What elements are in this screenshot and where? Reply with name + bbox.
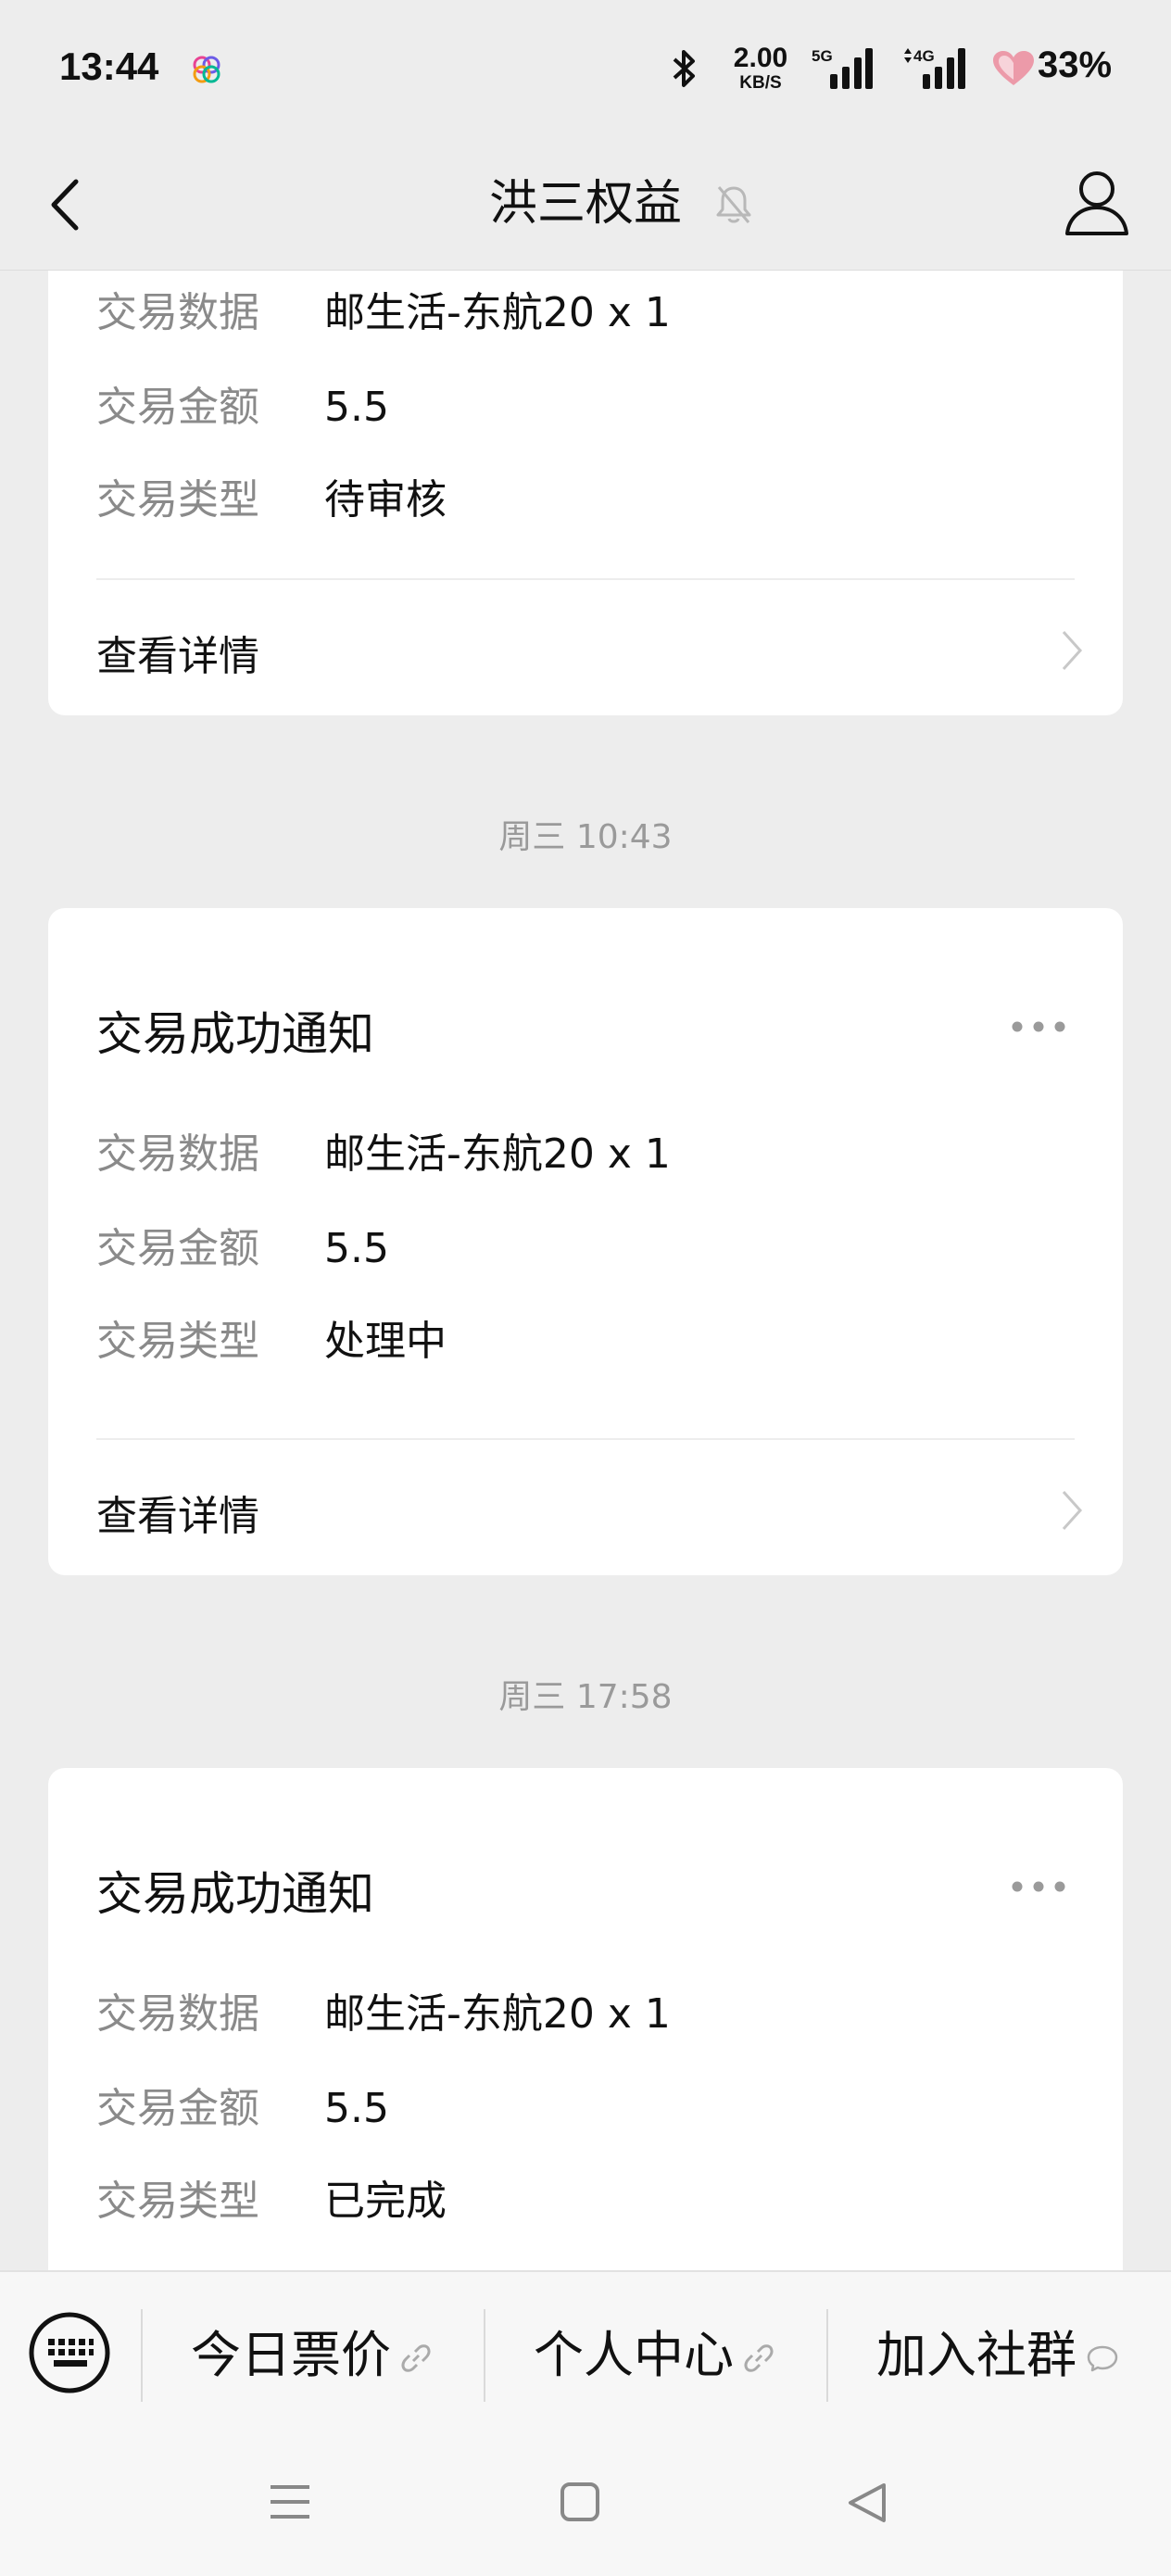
menu-lines-icon[interactable] bbox=[269, 2481, 311, 2522]
menu-divider bbox=[826, 2309, 828, 2402]
profile-button[interactable] bbox=[1062, 165, 1132, 239]
svg-text:5G: 5G bbox=[812, 47, 833, 65]
chevron-right-icon bbox=[1062, 1490, 1083, 1531]
link-icon bbox=[401, 2344, 431, 2373]
link-icon bbox=[744, 2344, 774, 2373]
menu-divider bbox=[141, 2309, 143, 2402]
svg-text:4G: 4G bbox=[913, 47, 935, 65]
detail-row: 交易金额 5.5 bbox=[96, 384, 389, 431]
detail-row: 交易金额 5.5 bbox=[96, 1225, 389, 1272]
status-bar: 13:44 2.00 KB/S 5G 4G 33% bbox=[0, 0, 1171, 139]
more-options-icon[interactable] bbox=[1010, 1017, 1067, 1036]
message-timestamp: 周三 10:43 bbox=[498, 818, 673, 856]
message-card: 交易成功通知 交易数据 邮生活-东航20 x 1 交易金额 5.5 交易类型 已完成 bbox=[48, 1768, 1123, 2270]
message-list[interactable]: 交易数据 邮生活-东航20 x 1 交易金额 5.5 交易类型 待审核 查看详情 周三… bbox=[0, 271, 1171, 2270]
detail-row: 交易类型 处理中 bbox=[96, 1318, 447, 1365]
app-notification-icon bbox=[193, 56, 220, 83]
card-title: 交易成功通知 bbox=[96, 1867, 374, 1921]
back-triangle-icon[interactable] bbox=[847, 2481, 888, 2524]
view-details-link[interactable]: 查看详情 bbox=[96, 623, 259, 682]
chevron-right-icon bbox=[1062, 630, 1083, 671]
divider bbox=[96, 1438, 1075, 1440]
detail-row: 交易类型 待审核 bbox=[96, 476, 447, 524]
detail-row: 交易数据 邮生活-东航20 x 1 bbox=[96, 289, 671, 336]
signal-5g-icon: 5G bbox=[812, 47, 873, 89]
detail-row: 交易金额 5.5 bbox=[96, 2085, 389, 2132]
detail-row: 交易数据 邮生活-东航20 x 1 bbox=[96, 1130, 671, 1178]
status-time: 13:44 bbox=[59, 44, 159, 88]
network-speed: 2.00 KB/S bbox=[733, 43, 788, 93]
header: 洪三权益 bbox=[0, 139, 1171, 271]
detail-row: 交易数据 邮生活-东航20 x 1 bbox=[96, 1990, 671, 2038]
menu-divider bbox=[484, 2309, 485, 2402]
signal-4g-icon: 4G bbox=[904, 47, 965, 89]
page-title: 洪三权益 bbox=[488, 176, 682, 232]
menu-item-personal-center[interactable]: 个人中心 bbox=[534, 2309, 774, 2402]
view-details-link[interactable]: 查看详情 bbox=[96, 1483, 259, 1542]
bluetooth-icon bbox=[673, 50, 695, 87]
chat-bubble-icon bbox=[1087, 2346, 1118, 2372]
page-title-wrap: 洪三权益 bbox=[0, 167, 1171, 241]
battery-heart-icon bbox=[993, 51, 1034, 85]
message-card: 交易成功通知 交易数据 邮生活-东航20 x 1 交易金额 5.5 交易类型 处理中 … bbox=[48, 908, 1123, 1575]
home-square-icon[interactable] bbox=[560, 2481, 600, 2522]
more-options-icon[interactable] bbox=[1010, 1877, 1067, 1896]
keyboard-toggle-button[interactable] bbox=[28, 2311, 111, 2394]
mute-bell-icon bbox=[716, 186, 751, 223]
message-card: 交易数据 邮生活-东航20 x 1 交易金额 5.5 交易类型 待审核 查看详情 bbox=[48, 271, 1123, 715]
system-navigation-bar bbox=[0, 2433, 1171, 2576]
menu-item-today-price[interactable]: 今日票价 bbox=[191, 2309, 432, 2402]
detail-row: 交易类型 已完成 bbox=[96, 2178, 447, 2225]
card-title: 交易成功通知 bbox=[96, 1007, 374, 1061]
bottom-menu: 今日票价 个人中心 加入社群 bbox=[0, 2270, 1171, 2433]
battery-percent: 33% bbox=[1038, 44, 1113, 85]
divider bbox=[96, 578, 1075, 580]
message-timestamp: 周三 17:58 bbox=[498, 1678, 673, 1716]
menu-item-join-community[interactable]: 加入社群 bbox=[876, 2309, 1119, 2402]
